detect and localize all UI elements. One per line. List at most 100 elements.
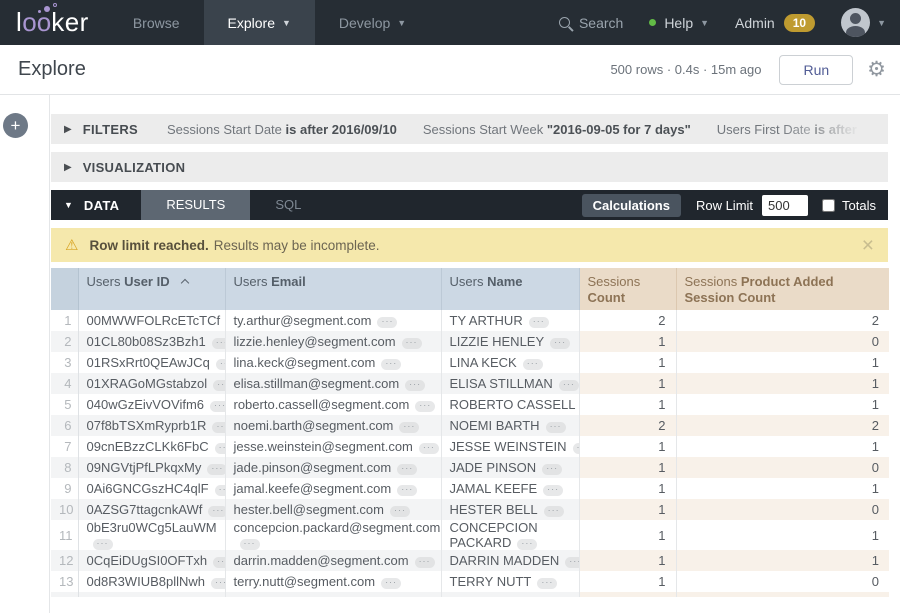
gear-icon[interactable]: ⚙ bbox=[867, 59, 886, 80]
cell-user-id[interactable]: 0d8R3WIUB8pllNwh··· bbox=[78, 571, 225, 592]
cell-name[interactable]: CONCEPCION PACKARD··· bbox=[441, 520, 579, 550]
cell-product-added-count[interactable]: 0 bbox=[676, 499, 889, 520]
cell-email[interactable]: noemi.barth@segment.com··· bbox=[225, 415, 441, 436]
nav-item-develop[interactable]: Develop ▼ bbox=[315, 0, 430, 45]
cell-name[interactable]: JADE PINSON··· bbox=[441, 457, 579, 478]
cell-sessions-count[interactable]: 1 bbox=[579, 373, 676, 394]
column-header-name[interactable]: Users Name bbox=[441, 268, 579, 310]
totals-checkbox[interactable] bbox=[822, 199, 835, 212]
cell-user-id[interactable]: 0AZSG7ttagcnkAWf··· bbox=[78, 499, 225, 520]
cell-menu-icon[interactable]: ··· bbox=[402, 338, 422, 349]
cell-menu-icon[interactable]: ··· bbox=[210, 401, 225, 412]
cell-email[interactable]: lina.keck@segment.com··· bbox=[225, 352, 441, 373]
cell-product-added-count[interactable]: 1 bbox=[676, 520, 889, 550]
cell-email[interactable]: jamal.keefe@segment.com··· bbox=[225, 478, 441, 499]
cell-menu-icon[interactable]: ··· bbox=[381, 359, 401, 370]
cell-menu-icon[interactable]: ··· bbox=[573, 443, 579, 454]
cell-menu-icon[interactable]: ··· bbox=[565, 557, 579, 568]
cell-menu-icon[interactable]: ··· bbox=[208, 506, 225, 517]
calculations-button[interactable]: Calculations bbox=[582, 194, 681, 217]
cell-sessions-count[interactable]: 1 bbox=[579, 331, 676, 352]
cell-product-added-count[interactable]: 1 bbox=[676, 436, 889, 457]
cell-product-added-count[interactable]: 1 bbox=[676, 373, 889, 394]
cell-name[interactable]: ROBERTO CASSELL··· bbox=[441, 394, 579, 415]
cell-name[interactable]: NOEMI BARTH··· bbox=[441, 415, 579, 436]
cell-menu-icon[interactable]: ··· bbox=[381, 578, 401, 589]
tab-results[interactable]: RESULTS bbox=[141, 190, 250, 220]
cell-user-id[interactable]: 09cnEBzzCLKk6FbC··· bbox=[78, 436, 225, 457]
cell-product-added-count[interactable]: 1 bbox=[676, 550, 889, 571]
cell-sessions-count[interactable]: 2 bbox=[579, 415, 676, 436]
run-button[interactable]: Run bbox=[779, 55, 853, 85]
cell-menu-icon[interactable]: ··· bbox=[544, 506, 564, 517]
cell-product-added-count[interactable]: 2 bbox=[676, 310, 889, 331]
cell-menu-icon[interactable]: ··· bbox=[240, 539, 260, 550]
cell-email[interactable]: ty.arthur@segment.com··· bbox=[225, 310, 441, 331]
data-section-toggle[interactable]: ▼ DATA bbox=[51, 198, 141, 213]
cell-sessions-count[interactable]: 1 bbox=[579, 571, 676, 592]
cell-product-added-count[interactable]: 0 bbox=[676, 331, 889, 352]
column-header-email[interactable]: Users Email bbox=[225, 268, 441, 310]
cell-sessions-count[interactable]: 1 bbox=[579, 457, 676, 478]
column-header-sessions-count[interactable]: Sessions Count bbox=[579, 268, 676, 310]
cell-user-id[interactable]: 0CqEiDUgSI0OFTxh··· bbox=[78, 550, 225, 571]
cell-menu-icon[interactable]: ··· bbox=[537, 578, 557, 589]
column-header-product-added-count[interactable]: Sessions Product Added Session Count bbox=[676, 268, 889, 310]
cell-sessions-count[interactable]: 1 bbox=[579, 394, 676, 415]
cell-user-id[interactable]: 07f8bTSXmRyprb1R··· bbox=[78, 415, 225, 436]
cell-menu-icon[interactable]: ··· bbox=[550, 338, 570, 349]
cell-name[interactable]: LIZZIE HENLEY··· bbox=[441, 331, 579, 352]
cell-menu-icon[interactable]: ··· bbox=[211, 578, 225, 589]
nav-item-explore[interactable]: Explore ▼ bbox=[204, 0, 315, 45]
cell-menu-icon[interactable]: ··· bbox=[517, 539, 537, 550]
cell-sessions-count[interactable]: 1 bbox=[579, 550, 676, 571]
cell-menu-icon[interactable]: ··· bbox=[215, 485, 225, 496]
cell-email[interactable]: lizzie.henley@segment.com··· bbox=[225, 331, 441, 352]
cell-menu-icon[interactable]: ··· bbox=[212, 422, 225, 433]
filters-section-bar[interactable]: ▶ FILTERS Sessions Start Date is after 2… bbox=[51, 114, 888, 144]
cell-email[interactable]: hester.bell@segment.com··· bbox=[225, 499, 441, 520]
cell-menu-icon[interactable]: ··· bbox=[213, 380, 225, 391]
cell-menu-icon[interactable]: ··· bbox=[542, 464, 562, 475]
cell-sessions-count[interactable]: 1 bbox=[579, 478, 676, 499]
close-icon[interactable]: × bbox=[862, 235, 874, 256]
cell-sessions-count[interactable]: 2 bbox=[579, 310, 676, 331]
cell-user-id[interactable]: 01CL80b08Sz3Bzh1··· bbox=[78, 331, 225, 352]
filter-item[interactable]: Sessions Start Date is after 2016/09/10 bbox=[167, 122, 397, 137]
cell-product-added-count[interactable]: 0 bbox=[676, 571, 889, 592]
cell-name[interactable]: TY ARTHUR··· bbox=[441, 310, 579, 331]
cell-name[interactable]: JAMAL KEEFE··· bbox=[441, 478, 579, 499]
cell-menu-icon[interactable]: ··· bbox=[397, 464, 417, 475]
cell-menu-icon[interactable]: ··· bbox=[415, 557, 435, 568]
cell-menu-icon[interactable]: ··· bbox=[543, 485, 563, 496]
cell-menu-icon[interactable]: ··· bbox=[212, 338, 225, 349]
cell-menu-icon[interactable]: ··· bbox=[215, 443, 225, 454]
cell-menu-icon[interactable]: ··· bbox=[207, 464, 225, 475]
cell-menu-icon[interactable]: ··· bbox=[399, 422, 419, 433]
admin-menu[interactable]: Admin 10 bbox=[735, 14, 815, 32]
cell-name[interactable]: JESSE WEINSTEIN··· bbox=[441, 436, 579, 457]
nav-item-browse[interactable]: Browse bbox=[109, 0, 204, 45]
cell-menu-icon[interactable]: ··· bbox=[213, 557, 225, 568]
cell-name[interactable]: TERRY NUTT··· bbox=[441, 571, 579, 592]
search-button[interactable]: Search bbox=[559, 15, 623, 31]
row-limit-input[interactable] bbox=[762, 195, 808, 216]
cell-menu-icon[interactable]: ··· bbox=[523, 359, 543, 370]
cell-user-id[interactable]: 040wGzEivVOVifm6··· bbox=[78, 394, 225, 415]
cell-sessions-count[interactable]: 1 bbox=[579, 436, 676, 457]
cell-user-id[interactable]: 0Ai6GNCGszHC4qlF··· bbox=[78, 478, 225, 499]
cell-menu-icon[interactable]: ··· bbox=[546, 422, 566, 433]
cell-user-id[interactable]: 00MWWFOLRcETcTCf··· bbox=[78, 310, 225, 331]
tab-sql[interactable]: SQL bbox=[250, 190, 326, 220]
cell-menu-icon[interactable]: ··· bbox=[559, 380, 579, 391]
cell-product-added-count[interactable]: 1 bbox=[676, 478, 889, 499]
help-menu[interactable]: Help ▼ bbox=[649, 15, 709, 31]
cell-name[interactable]: LINA KECK··· bbox=[441, 352, 579, 373]
cell-menu-icon[interactable]: ··· bbox=[405, 380, 425, 391]
cell-sessions-count[interactable]: 1 bbox=[579, 352, 676, 373]
cell-menu-icon[interactable]: ··· bbox=[419, 443, 439, 454]
cell-email[interactable]: elisa.stillman@segment.com··· bbox=[225, 373, 441, 394]
cell-menu-icon[interactable]: ··· bbox=[390, 506, 410, 517]
cell-sessions-count[interactable]: 1 bbox=[579, 520, 676, 550]
cell-email[interactable]: darrin.madden@segment.com··· bbox=[225, 550, 441, 571]
